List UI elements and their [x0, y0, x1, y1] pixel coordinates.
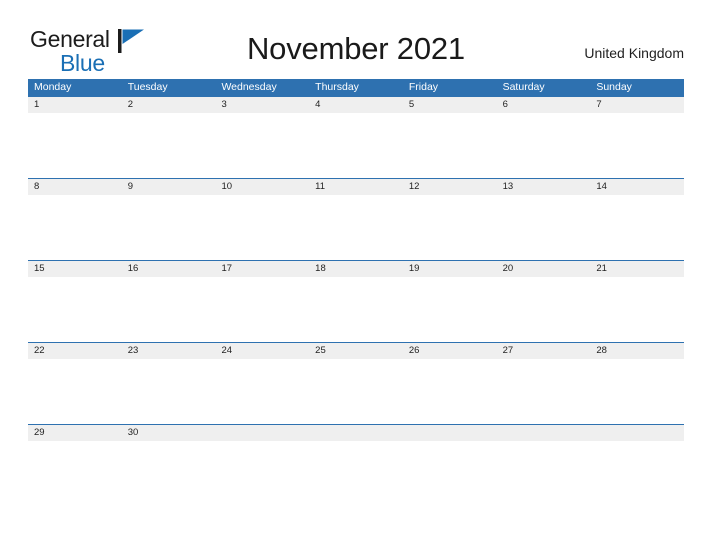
- weekday-header-saturday: Saturday: [502, 81, 545, 93]
- page-header: General Blue November 2021 United Kingdo…: [0, 0, 712, 79]
- day-cell[interactable]: 5: [403, 97, 497, 113]
- day-cell[interactable]: 2: [122, 97, 216, 113]
- day-cell[interactable]: 4: [309, 97, 403, 113]
- day-cell[interactable]: 25: [309, 343, 403, 359]
- weekday-header-row: Monday Tuesday Wednesday Thursday Friday…: [28, 79, 684, 96]
- week-note-area[interactable]: [28, 359, 684, 424]
- day-cell[interactable]: 20: [497, 261, 591, 277]
- calendar-page: General Blue November 2021 United Kingdo…: [0, 0, 712, 550]
- week-note-area[interactable]: [28, 195, 684, 260]
- day-cell[interactable]: 12: [403, 179, 497, 195]
- day-cell[interactable]: 6: [497, 97, 591, 113]
- week-note-area[interactable]: [28, 441, 684, 506]
- day-cell[interactable]: 26: [403, 343, 497, 359]
- calendar-week-row: 15 16 17 18 19 20 21: [28, 260, 684, 342]
- weekday-header-wednesday: Wednesday: [221, 81, 277, 93]
- weekday-header-sunday: Sunday: [596, 81, 632, 93]
- day-cell[interactable]: 28: [590, 343, 684, 359]
- week-note-area[interactable]: [28, 277, 684, 342]
- day-cell[interactable]: [215, 425, 309, 441]
- calendar-week-row: 8 9 10 11 12 13 14: [28, 178, 684, 260]
- day-cell[interactable]: 3: [215, 97, 309, 113]
- week-date-band: 22 23 24 25 26 27 28: [28, 342, 684, 359]
- calendar-week-row: 22 23 24 25 26 27 28: [28, 342, 684, 424]
- calendar-grid: Monday Tuesday Wednesday Thursday Friday…: [28, 79, 684, 506]
- day-cell[interactable]: [309, 425, 403, 441]
- calendar-week-row: 29 30: [28, 424, 684, 506]
- day-cell[interactable]: 17: [215, 261, 309, 277]
- day-cell[interactable]: 15: [28, 261, 122, 277]
- week-date-band: 1 2 3 4 5 6 7: [28, 96, 684, 113]
- week-date-band: 8 9 10 11 12 13 14: [28, 178, 684, 195]
- week-date-band: 29 30: [28, 424, 684, 441]
- day-cell[interactable]: 13: [497, 179, 591, 195]
- day-cell[interactable]: 11: [309, 179, 403, 195]
- week-date-band: 15 16 17 18 19 20 21: [28, 260, 684, 277]
- day-cell[interactable]: [403, 425, 497, 441]
- weekday-header-friday: Friday: [408, 81, 439, 93]
- day-cell[interactable]: 10: [215, 179, 309, 195]
- day-cell[interactable]: 24: [215, 343, 309, 359]
- day-cell[interactable]: 30: [122, 425, 216, 441]
- day-cell[interactable]: 23: [122, 343, 216, 359]
- day-cell[interactable]: 21: [590, 261, 684, 277]
- day-cell[interactable]: 8: [28, 179, 122, 195]
- country-label: United Kingdom: [584, 45, 684, 61]
- weekday-header-thursday: Thursday: [315, 81, 359, 93]
- day-cell[interactable]: 19: [403, 261, 497, 277]
- day-cell[interactable]: 1: [28, 97, 122, 113]
- day-cell[interactable]: 14: [590, 179, 684, 195]
- day-cell[interactable]: 22: [28, 343, 122, 359]
- week-note-area[interactable]: [28, 113, 684, 178]
- weekday-header-monday: Monday: [34, 81, 72, 93]
- day-cell[interactable]: 9: [122, 179, 216, 195]
- day-cell[interactable]: 29: [28, 425, 122, 441]
- calendar-week-row: 1 2 3 4 5 6 7: [28, 96, 684, 178]
- day-cell[interactable]: 7: [590, 97, 684, 113]
- day-cell[interactable]: 18: [309, 261, 403, 277]
- day-cell[interactable]: 16: [122, 261, 216, 277]
- day-cell[interactable]: 27: [497, 343, 591, 359]
- weekday-header-tuesday: Tuesday: [127, 81, 168, 93]
- day-cell[interactable]: [590, 425, 684, 441]
- day-cell[interactable]: [497, 425, 591, 441]
